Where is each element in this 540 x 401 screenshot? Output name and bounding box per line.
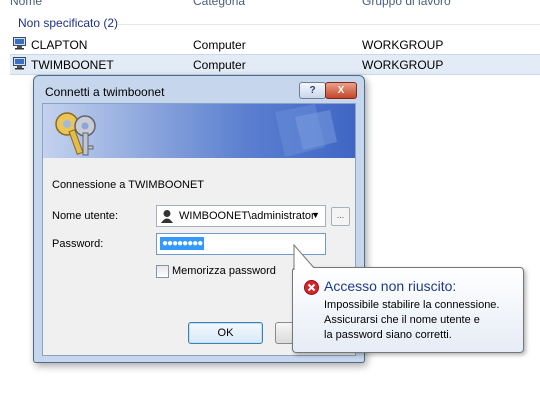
balloon-tail <box>293 244 316 270</box>
item-category: Computer <box>193 58 246 72</box>
browse-button[interactable]: ... <box>331 207 350 226</box>
password-value: ●●●●●●●● <box>160 237 205 250</box>
password-label: Password: <box>52 238 104 250</box>
username-label: Nome utente: <box>52 210 119 222</box>
column-header: Nome Categoria Gruppo di lavoro <box>0 0 540 10</box>
item-category: Computer <box>193 38 246 52</box>
ok-button[interactable]: OK <box>188 322 263 344</box>
column-category[interactable]: Categoria <box>193 0 245 8</box>
group-header[interactable]: Non specificato (2) <box>18 16 118 30</box>
username-combobox[interactable]: WIMBOONET\administrator ▼ <box>156 205 326 227</box>
balloon-title: Accesso non riuscito: <box>324 278 457 294</box>
balloon-message-line: Assicurarsi che il nome utente e <box>324 314 480 326</box>
item-workgroup: WORKGROUP <box>362 38 444 52</box>
username-value: WIMBOONET\administrator <box>179 210 315 222</box>
dialog-banner <box>43 104 355 158</box>
connecting-text: Connessione a TWIMBOONET <box>52 179 205 191</box>
list-item-selected[interactable]: TWIMBOONET Computer WORKGROUP <box>10 54 540 75</box>
computer-icon <box>13 37 26 50</box>
item-name: CLAPTON <box>31 38 88 52</box>
banner-decoration <box>275 104 337 157</box>
balloon-message-line: Impossibile stabilire la connessione. <box>324 299 500 311</box>
item-name: TWIMBOONET <box>31 58 114 72</box>
error-balloon: Accesso non riuscito: Impossibile stabil… <box>292 244 524 353</box>
computer-icon <box>13 57 26 70</box>
remember-password-checkbox[interactable] <box>156 265 169 278</box>
column-workgroup[interactable]: Gruppo di lavoro <box>362 0 451 8</box>
user-icon <box>161 210 173 223</box>
balloon-message-line: la password siano corretti. <box>324 329 452 341</box>
close-button[interactable]: X <box>325 82 357 99</box>
dialog-title: Connetti a twimboonet <box>45 85 165 99</box>
balloon-message: Impossibile stabilire la connessione. As… <box>324 298 499 343</box>
remember-password-label[interactable]: Memorizza password <box>172 265 276 277</box>
error-icon <box>304 280 319 295</box>
keys-icon <box>55 112 96 156</box>
help-button[interactable]: ? <box>299 82 326 99</box>
list-item[interactable]: CLAPTON Computer WORKGROUP <box>10 35 540 54</box>
column-name[interactable]: Nome <box>10 0 42 8</box>
item-workgroup: WORKGROUP <box>362 58 444 72</box>
chevron-down-icon[interactable]: ▼ <box>311 210 320 220</box>
group-divider <box>118 24 540 25</box>
